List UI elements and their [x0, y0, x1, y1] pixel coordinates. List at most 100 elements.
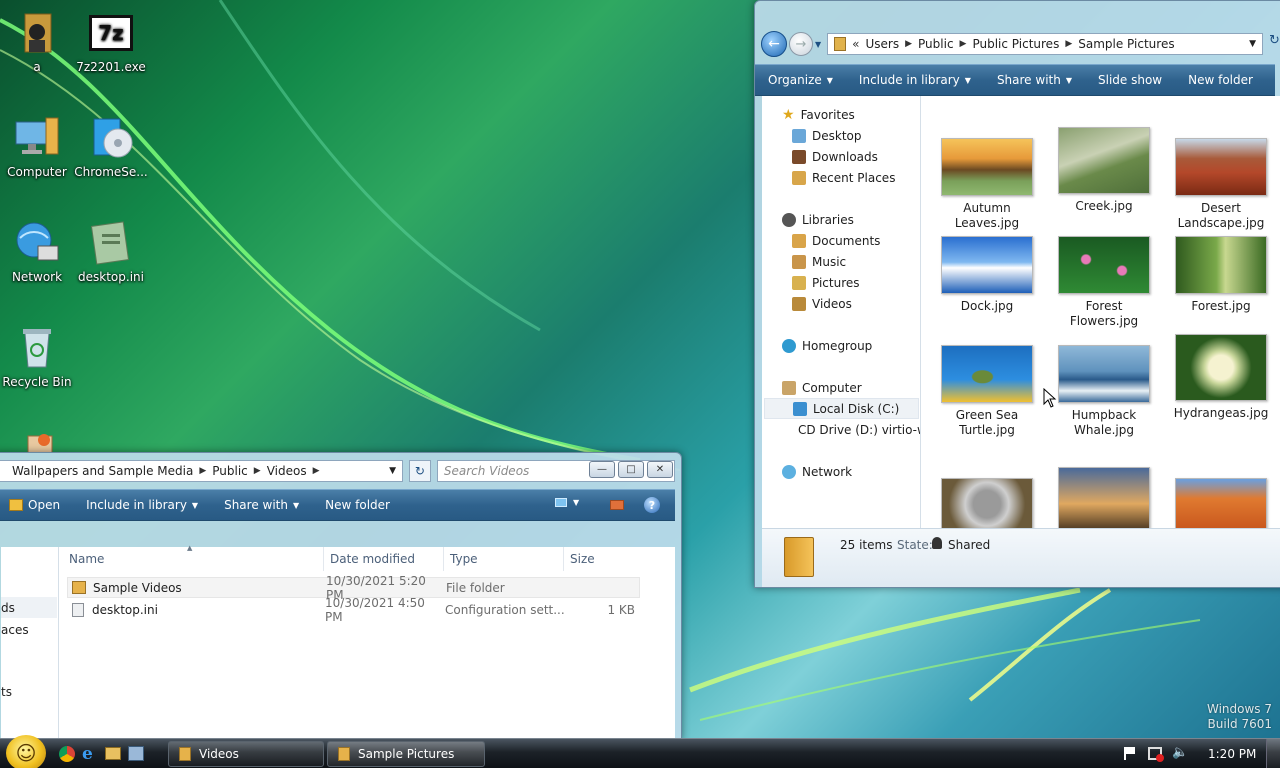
breadcrumb-chevron-icon[interactable]: ▶ [960, 39, 967, 49]
chrome-quicklaunch-icon[interactable] [59, 746, 75, 762]
breadcrumb-sample-pictures[interactable]: Sample Pictures [1078, 37, 1174, 51]
minimize-button[interactable]: — [589, 461, 615, 478]
refresh-button[interactable]: ↻ [1269, 33, 1280, 55]
organize-button[interactable]: Organize ▼ [755, 73, 846, 87]
breadcrumb-chevron-icon[interactable]: ▶ [254, 466, 261, 476]
breadcrumb-chevron-icon[interactable]: ▶ [905, 39, 912, 49]
preview-pane-button[interactable] [610, 500, 624, 510]
thumb-creek[interactable]: Creek.jpg [1054, 127, 1154, 214]
nav-homegroup[interactable]: Homegroup [782, 335, 872, 356]
ie-quicklaunch-icon[interactable]: e [82, 744, 93, 764]
desktop-icon-user-folder[interactable]: a [0, 10, 74, 74]
breadcrumb-public[interactable]: Public [212, 464, 248, 478]
column-header-type[interactable]: Type [444, 547, 564, 571]
help-button[interactable]: ? [644, 497, 660, 513]
network-status-icon[interactable] [1148, 747, 1164, 762]
thumb-forest-flowers[interactable]: Forest Flowers.jpg [1054, 236, 1154, 329]
slide-show-button[interactable]: Slide show [1085, 73, 1175, 87]
thumb-desert-landscape[interactable]: Desert Landscape.jpg [1171, 138, 1271, 231]
column-header-name[interactable]: Name ▲ [63, 544, 324, 571]
nav-label: Libraries [802, 212, 854, 227]
address-dropdown-icon[interactable]: ▼ [389, 466, 396, 476]
desktop-icon-chrome-setup[interactable]: ChromeSe... [74, 115, 148, 179]
start-button[interactable]: ☺ [6, 735, 46, 768]
thumb-label: Green Sea [955, 408, 1019, 422]
new-folder-button[interactable]: New folder [312, 498, 403, 512]
thumb-autumn-leaves[interactable]: Autumn Leaves.jpg [937, 138, 1037, 231]
desktop-icon-network[interactable]: Network [0, 220, 74, 284]
show-desktop-button[interactable] [1266, 739, 1280, 768]
share-with-button[interactable]: Share with ▼ [984, 73, 1085, 87]
desktop-icon-computer[interactable]: Computer [0, 115, 74, 179]
breadcrumb-public[interactable]: Public [918, 37, 954, 51]
nav-local-disk[interactable]: Local Disk (C:) [764, 398, 919, 419]
nav-recent-places[interactable]: Recent Places [792, 167, 895, 188]
breadcrumb-chevron-icon[interactable]: ▶ [199, 466, 206, 476]
videos-address-bar[interactable]: Wallpapers and Sample Media ▶ Public ▶ Vid… [0, 460, 403, 482]
column-header-date[interactable]: Date modified [324, 547, 444, 571]
nav-downloads-fragment[interactable]: ds [1, 597, 57, 618]
forward-button[interactable]: → [789, 32, 813, 56]
maximize-button[interactable]: □ [618, 461, 644, 478]
address-dropdown-icon[interactable]: ▼ [1249, 39, 1256, 49]
chevron-overflow-icon[interactable]: « [852, 37, 859, 51]
new-folder-button[interactable]: New folder [1175, 73, 1266, 87]
videos-icon [792, 296, 806, 311]
thumb-lighthouse[interactable] [1054, 467, 1154, 528]
close-button[interactable]: ✕ [647, 461, 673, 478]
thumb-koala[interactable] [937, 478, 1037, 528]
nav-libraries[interactable]: Libraries [782, 209, 854, 230]
nav-desktop[interactable]: Desktop [792, 125, 862, 146]
start-orb-icon: ☺ [15, 741, 37, 765]
7zip-icon: 7z [88, 10, 134, 56]
thumb-green-sea-turtle[interactable]: Green Sea Turtle.jpg [937, 345, 1037, 438]
taskbar-button-sample-pictures[interactable]: Sample Pictures [327, 741, 485, 767]
desktop-icon-7zip[interactable]: 7z 7z2201.exe [74, 10, 148, 74]
taskbar-button-videos[interactable]: Videos [168, 741, 324, 767]
nav-downloads[interactable]: Downloads [792, 146, 878, 167]
nav-cd-drive[interactable]: CD Drive (D:) virtio-w [792, 419, 920, 440]
nav-computer[interactable]: Computer [782, 377, 862, 398]
nav-network[interactable]: Network [782, 461, 852, 482]
pictures-address-bar[interactable]: « Users ▶ Public ▶ Public Pictures ▶ Sample… [827, 33, 1263, 55]
table-row[interactable]: desktop.ini 10/30/2021 4:50 PM Configura… [67, 596, 640, 624]
media-quicklaunch-icon[interactable] [128, 746, 144, 761]
thumb-forest[interactable]: Forest.jpg [1171, 236, 1271, 314]
breadcrumb-public-pictures[interactable]: Public Pictures [972, 37, 1059, 51]
refresh-button[interactable]: ↻ [409, 460, 431, 482]
nav-documents-fragment[interactable]: ts [1, 681, 12, 702]
action-center-flag-icon[interactable] [1124, 747, 1136, 760]
recent-pages-dropdown[interactable]: ▼ [815, 40, 821, 49]
nav-favorites[interactable]: ★ Favorites [782, 104, 855, 125]
clock[interactable]: 1:20 PM [1208, 747, 1256, 761]
desktop-icon-recycle-bin[interactable]: Recycle Bin [0, 325, 74, 389]
nav-videos[interactable]: Videos [792, 293, 852, 314]
thumb-desert[interactable] [1171, 478, 1271, 528]
open-button[interactable]: Open [0, 498, 73, 512]
volume-muted-icon[interactable]: 🔈 [1172, 745, 1188, 760]
desktop-icon-desktop-ini[interactable]: desktop.ini [74, 220, 148, 284]
breadcrumb-chevron-icon[interactable]: ▶ [1065, 39, 1072, 49]
nav-documents[interactable]: Documents [792, 230, 880, 251]
breadcrumb-wallpapers[interactable]: Wallpapers and Sample Media [12, 464, 193, 478]
desktop-icon-label: desktop.ini [78, 270, 144, 284]
thumb-humpback-whale[interactable]: Humpback Whale.jpg [1054, 345, 1154, 438]
thumb-dock[interactable]: Dock.jpg [937, 236, 1037, 314]
include-in-library-button[interactable]: Include in library ▼ [846, 73, 984, 87]
thumb-label: Forest [1085, 299, 1123, 313]
thumb-hydrangeas[interactable]: Hydrangeas.jpg [1171, 334, 1271, 421]
desktop-icon-label: 7z2201.exe [76, 60, 146, 74]
desktop-icon-partial[interactable] [0, 428, 74, 452]
column-header-size[interactable]: Size [564, 547, 644, 571]
include-in-library-button[interactable]: Include in library ▼ [73, 498, 211, 512]
share-with-button[interactable]: Share with ▼ [211, 498, 312, 512]
breadcrumb-users[interactable]: Users [866, 37, 900, 51]
nav-pictures[interactable]: Pictures [792, 272, 860, 293]
breadcrumb-chevron-icon[interactable]: ▶ [313, 466, 320, 476]
view-options-button[interactable]: ▼ [555, 498, 579, 507]
explorer-quicklaunch-icon[interactable] [105, 747, 121, 760]
back-button[interactable]: ← [761, 31, 787, 57]
nav-recent-fragment[interactable]: aces [1, 619, 29, 640]
nav-music[interactable]: Music [792, 251, 846, 272]
breadcrumb-videos[interactable]: Videos [267, 464, 307, 478]
